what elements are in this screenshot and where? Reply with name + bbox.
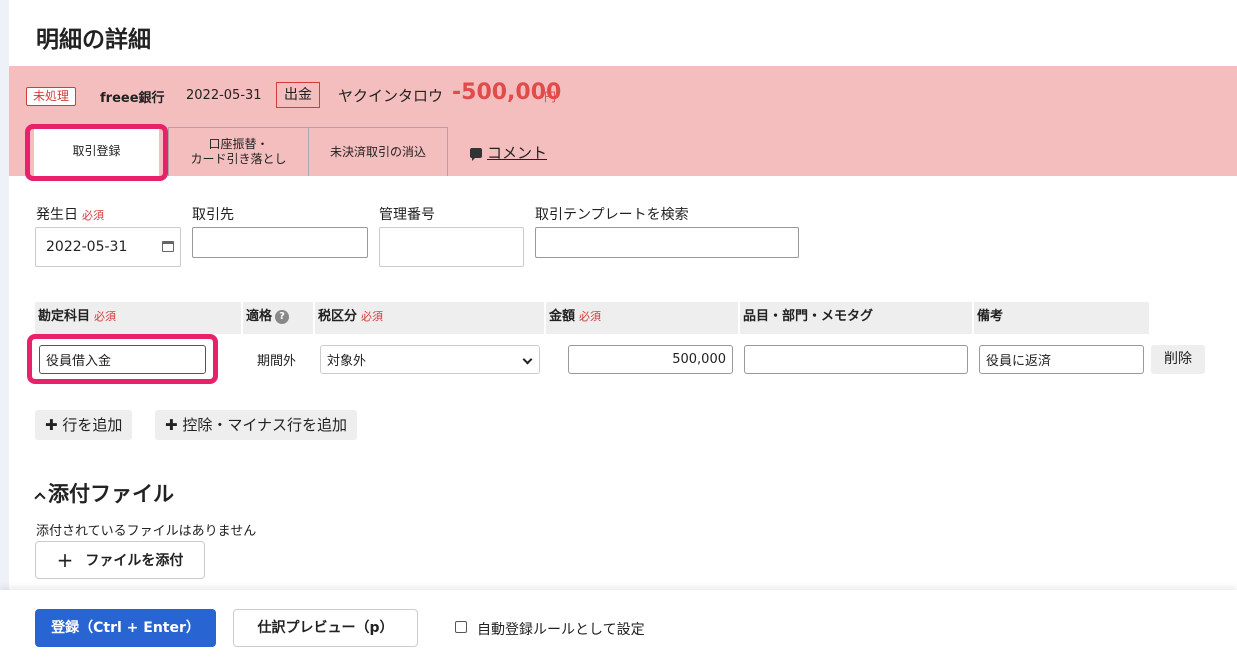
tab-transfer-label: 口座振替・ カード引き落とし	[190, 137, 286, 167]
header-eligibility-text: 適格	[246, 309, 273, 324]
account-input-value: 役員借入金	[46, 354, 112, 369]
tab-register-label: 取引登録	[72, 144, 121, 158]
add-row-label: 行を追加	[62, 416, 123, 434]
header-amount: 金額 必須	[546, 302, 738, 334]
tab-transfer-label-line1: 口座振替・	[208, 137, 269, 151]
tags-input[interactable]	[744, 345, 968, 374]
header-note: 備考	[974, 302, 1149, 334]
tax-select[interactable]: 対象外	[320, 345, 540, 374]
journal-preview-button[interactable]: 仕訳プレビュー（p）	[233, 609, 418, 647]
tab-transfer[interactable]: 口座振替・ カード引き落とし	[168, 127, 309, 176]
chevron-up-icon	[34, 492, 46, 504]
date-input-value: 2022-05-31	[46, 239, 128, 255]
eligibility-value: 期間外	[257, 354, 297, 369]
required-mark: 必須	[579, 310, 602, 323]
register-button[interactable]: 登録（Ctrl + Enter）	[35, 609, 216, 647]
left-edge-strip	[0, 0, 9, 590]
tab-transfer-label-line2: カード引き落とし	[190, 152, 287, 166]
attachments-title: 添付ファイル	[48, 482, 174, 506]
header-tags-text: 品目・部門・メモタグ	[743, 309, 874, 324]
header-tax: 税区分 必須	[315, 302, 544, 334]
header-account: 勘定科目 必須	[35, 302, 241, 334]
header-eligibility: 適格?	[243, 302, 313, 334]
header-note-text: 備考	[977, 309, 1004, 324]
comment-link[interactable]: コメント	[470, 142, 547, 163]
date-input[interactable]: 2022-05-31	[35, 227, 181, 267]
chevron-down-icon	[522, 354, 533, 365]
date-label-text: 発生日	[36, 207, 78, 223]
attach-file-button[interactable]: + ファイルを添付	[35, 541, 205, 579]
delete-row-button[interactable]: 削除	[1151, 345, 1205, 374]
header-tax-text: 税区分	[318, 309, 358, 324]
comment-label: コメント	[487, 144, 548, 162]
required-mark: 必須	[82, 209, 104, 222]
tax-select-value: 対象外	[327, 354, 367, 369]
comment-icon	[470, 147, 482, 161]
partner-input[interactable]	[192, 227, 368, 258]
calendar-icon[interactable]	[162, 241, 174, 252]
transaction-date: 2022-05-31	[186, 88, 262, 103]
auto-rule-label[interactable]: 自動登録ルールとして設定	[477, 619, 645, 639]
attachments-section-toggle[interactable]: 添付ファイル	[34, 478, 174, 508]
header-amount-text: 金額	[549, 309, 576, 324]
currency-unit: 円	[544, 90, 557, 104]
transaction-banner: 未処理 freee銀行 2022-05-31 出金 ヤクインタロウ -500,0…	[9, 66, 1237, 181]
transaction-type: 出金	[276, 82, 320, 108]
ref-number-label: 管理番号	[379, 207, 435, 223]
template-search-input[interactable]	[535, 227, 799, 258]
amount-input-value: 500,000	[672, 352, 726, 367]
bank-name: freee銀行	[100, 91, 165, 106]
partner-label: 取引先	[192, 207, 234, 223]
plus-icon: ✚	[165, 416, 178, 434]
help-icon[interactable]: ?	[275, 309, 290, 324]
tab-register[interactable]: 取引登録	[34, 127, 159, 176]
required-mark: 必須	[94, 310, 117, 323]
header-tags: 品目・部門・メモタグ	[740, 302, 972, 334]
header-account-text: 勘定科目	[38, 309, 91, 324]
date-label: 発生日 必須	[36, 204, 104, 224]
plus-icon: ✚	[45, 416, 58, 434]
payee-name: ヤクインタロウ	[338, 87, 444, 105]
add-deduction-row-button[interactable]: ✚ 控除・マイナス行を追加	[155, 410, 358, 440]
template-search-label: 取引テンプレートを検索	[535, 207, 689, 223]
status-badge: 未処理	[26, 87, 77, 106]
tab-settle[interactable]: 未決済取引の消込	[308, 127, 448, 176]
ref-number-input[interactable]	[379, 227, 524, 267]
page-title: 明細の詳細	[36, 27, 151, 53]
required-mark: 必須	[361, 310, 384, 323]
add-row-button[interactable]: ✚ 行を追加	[35, 410, 133, 440]
plus-icon: +	[56, 548, 74, 572]
attach-file-label: ファイルを添付	[85, 553, 184, 569]
add-deduction-row-label: 控除・マイナス行を追加	[182, 416, 348, 434]
no-attachments-text: 添付されているファイルはありません	[36, 524, 257, 539]
note-input-value: 役員に返済	[986, 354, 1052, 369]
note-input[interactable]: 役員に返済	[979, 345, 1144, 374]
auto-rule-checkbox[interactable]	[455, 621, 467, 633]
account-input[interactable]: 役員借入金	[39, 345, 206, 374]
amount-input[interactable]: 500,000	[568, 345, 733, 374]
tab-settle-label: 未決済取引の消込	[329, 144, 426, 159]
footer-bar: 登録（Ctrl + Enter） 仕訳プレビュー（p） 自動登録ルールとして設定	[0, 590, 1237, 666]
